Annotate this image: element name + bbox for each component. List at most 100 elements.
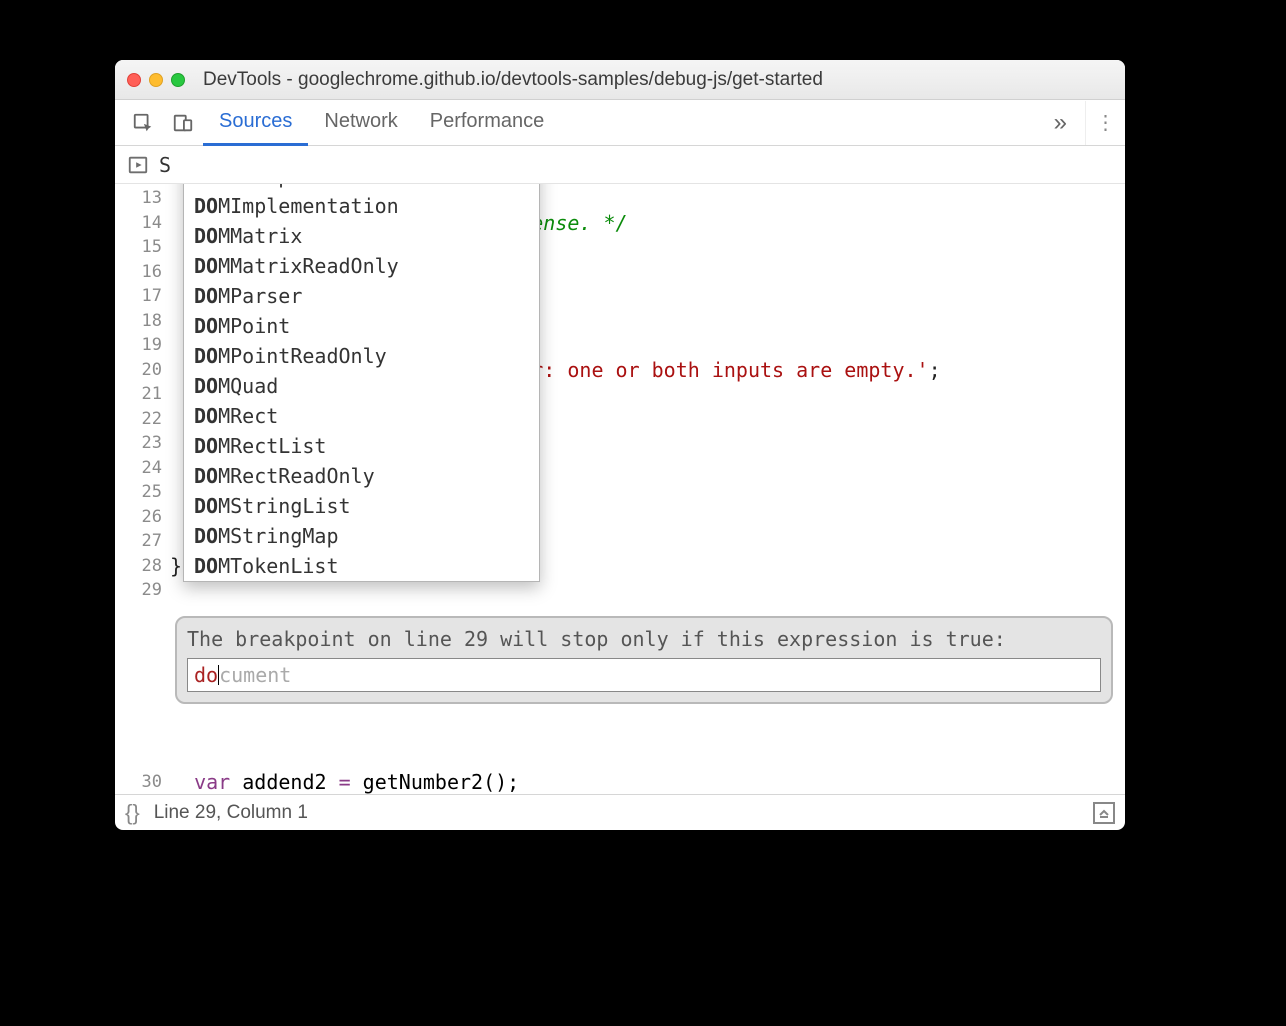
ghost-text: cument [219,663,291,687]
line-number[interactable]: 29 [115,578,162,603]
tab-sources[interactable]: Sources [203,99,308,146]
autocomplete-match: DO [194,494,218,518]
autocomplete-rest: MRectReadOnly [218,464,375,488]
line-gutter[interactable]: 1314151617181920212223242526272829 [115,184,170,652]
titlebar: DevTools - googlechrome.github.io/devtoo… [115,60,1125,100]
line-number[interactable]: 21 [115,382,162,407]
autocomplete-item[interactable]: DOMMatrix [184,221,539,251]
conditional-breakpoint-dialog: The breakpoint on line 29 will stop only… [175,616,1113,704]
tab-network[interactable]: Network [308,99,413,146]
statusbar: {} Line 29, Column 1 [115,794,1125,830]
autocomplete-item[interactable]: DOMException [184,184,539,191]
autocomplete-rest: MImplementation [218,194,399,218]
devtools-window: DevTools - googlechrome.github.io/devtoo… [115,60,1125,830]
autocomplete-rest: MQuad [218,374,278,398]
autocomplete-item[interactable]: DOMRectList [184,431,539,461]
autocomplete-item[interactable]: DOMTokenList [184,551,539,581]
autocomplete-match: DO [194,464,218,488]
autocomplete-match: DO [194,184,218,188]
conditional-breakpoint-input[interactable]: document [187,658,1101,692]
autocomplete-rest: MPoint [218,314,290,338]
autocomplete-item[interactable]: DOMRect [184,401,539,431]
autocomplete-rest: MRect [218,404,278,428]
source-editor: 1314151617181920212223242526272829 ense.… [115,184,1125,794]
autocomplete-rest: MPointReadOnly [218,344,387,368]
line-number[interactable]: 22 [115,407,162,432]
autocomplete-item[interactable]: DOMPoint [184,311,539,341]
tabbar: SourcesNetworkPerformance » ⋮ [115,100,1125,146]
autocomplete-item[interactable]: DOMPointReadOnly [184,341,539,371]
resume-script-icon[interactable] [123,150,153,180]
line-number[interactable]: 17 [115,284,162,309]
autocomplete-rest: MMatrix [218,224,302,248]
line-number[interactable]: 20 [115,358,162,383]
inspect-element-icon[interactable] [123,103,163,143]
autocomplete-match: DO [194,524,218,548]
autocomplete-rest: MMatrixReadOnly [218,254,399,278]
autocomplete-rest: MStringList [218,494,350,518]
code-after-dialog: 30 var addend2 = getNumber2(); [115,770,1125,795]
line-number[interactable]: 30 [135,770,170,795]
autocomplete-rest: MTokenList [218,554,338,578]
autocomplete-match: DO [194,314,218,338]
line-number[interactable]: 19 [115,333,162,358]
autocomplete-match: DO [194,254,218,278]
autocomplete-match: DO [194,284,218,308]
line-number[interactable]: 13 [115,186,162,211]
conditional-breakpoint-label: The breakpoint on line 29 will stop only… [187,626,1101,652]
autocomplete-match: DO [194,554,218,578]
autocomplete-item[interactable]: DOMMatrixReadOnly [184,251,539,281]
autocomplete-item[interactable]: DOMParser [184,281,539,311]
typed-text: do [194,663,218,687]
autocomplete-item[interactable]: DOMStringList [184,491,539,521]
autocomplete-item[interactable]: DOMRectReadOnly [184,461,539,491]
line-number[interactable]: 23 [115,431,162,456]
code-text: getNumber2(); [351,770,520,794]
autocomplete-item[interactable]: DOMQuad [184,371,539,401]
minimize-window-icon[interactable] [149,73,163,87]
autocomplete-rest: MParser [218,284,302,308]
sources-toolbar: S [115,146,1125,184]
line-number[interactable]: 26 [115,505,162,530]
tab-performance[interactable]: Performance [414,99,561,146]
line-number[interactable]: 15 [115,235,162,260]
more-tabs-icon[interactable]: » [1036,109,1085,137]
autocomplete-rest: MStringMap [218,524,338,548]
close-window-icon[interactable] [127,73,141,87]
line-number[interactable]: 28 [115,554,162,579]
line-number[interactable]: 16 [115,260,162,285]
autocomplete-match: DO [194,224,218,248]
window-controls [127,73,185,87]
code-comment: ense. */ [531,211,627,235]
settings-menu-icon[interactable]: ⋮ [1085,101,1125,145]
pretty-print-icon[interactable]: {} [125,800,140,826]
autocomplete-match: DO [194,434,218,458]
code-operator: = [339,770,351,794]
zoom-window-icon[interactable] [171,73,185,87]
autocomplete-item[interactable]: DOMImplementation [184,191,539,221]
code-brace: } [170,554,182,578]
panel-tabs: SourcesNetworkPerformance [203,99,1036,146]
autocomplete-rest: MException [218,184,338,188]
window-title: DevTools - googlechrome.github.io/devtoo… [203,69,823,91]
line-number[interactable]: 25 [115,480,162,505]
line-number[interactable]: 18 [115,309,162,334]
device-toolbar-icon[interactable] [163,103,203,143]
autocomplete-match: DO [194,374,218,398]
autocomplete-match: DO [194,194,218,218]
line-number[interactable]: 24 [115,456,162,481]
autocomplete-rest: MRectList [218,434,326,458]
line-number[interactable]: 27 [115,529,162,554]
autocomplete-item[interactable]: DOMStringMap [184,521,539,551]
autocomplete-match: DO [194,404,218,428]
code-keyword: var [194,770,230,794]
toggle-drawer-icon[interactable] [1093,802,1115,824]
code-text: addend2 [230,770,338,794]
autocomplete-match: DO [194,344,218,368]
cursor-position: Line 29, Column 1 [154,802,308,824]
toolbar-text-fragment: S [159,153,171,177]
line-number[interactable]: 14 [115,211,162,236]
code-string: r: one or both inputs are empty.' [531,358,928,382]
autocomplete-popup: documentWindowDOMErrorDOMExceptionDOMImp… [183,184,540,582]
code-text: ; [929,358,941,382]
